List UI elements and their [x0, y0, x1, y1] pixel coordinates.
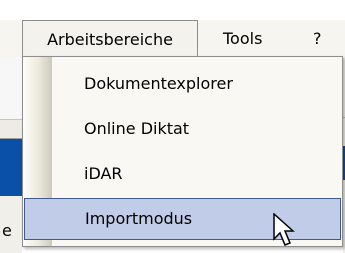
menu-item-online-diktat[interactable]: Online Diktat — [24, 108, 341, 149]
menu-item-dokumentexplorer[interactable]: Dokumentexplorer — [24, 63, 341, 104]
menu-bar: Arbeitsbereiche Tools ? — [0, 20, 345, 57]
background-panel — [0, 120, 22, 138]
menu-tools[interactable]: Tools — [223, 20, 262, 57]
background-partial-text: e — [2, 222, 12, 240]
mouse-cursor-icon — [273, 213, 295, 246]
menu-arbeitsbereiche[interactable]: Arbeitsbereiche — [22, 20, 198, 57]
background-title-bar — [0, 139, 22, 196]
menu-help[interactable]: ? — [313, 20, 322, 57]
menu-item-idar[interactable]: iDAR — [24, 153, 341, 194]
background-panel — [0, 57, 22, 119]
